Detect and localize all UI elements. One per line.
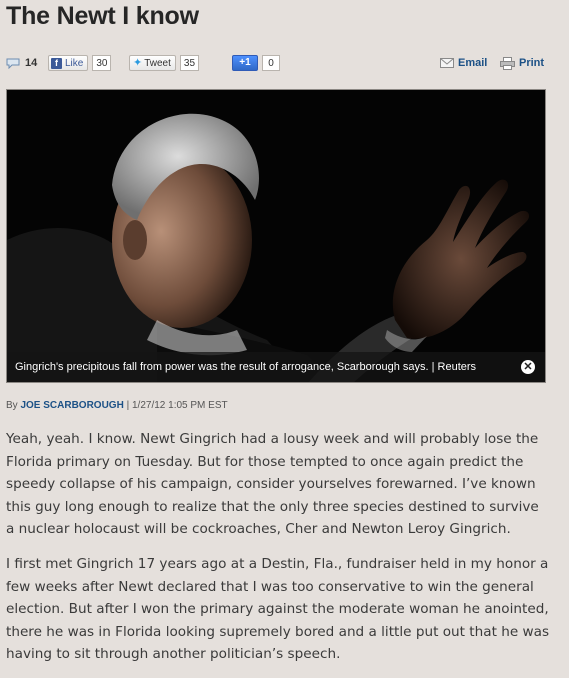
comment-bubble-icon: [6, 58, 20, 69]
share-bar: 14 f Like 30 ✦ Tweet 35 +1 0 Email Print: [6, 52, 551, 74]
paragraph: I first met Gingrich 17 years ago at a D…: [6, 555, 550, 663]
article-title: The Newt I know: [6, 2, 199, 30]
close-caption-icon[interactable]: ✕: [521, 360, 535, 374]
comments-count: 14: [25, 57, 38, 69]
author-link[interactable]: JOE SCARBOROUGH: [20, 400, 123, 411]
print-link[interactable]: Print: [500, 52, 544, 74]
facebook-like-label: Like: [65, 57, 84, 69]
paragraph: Yeah, yeah. I know. Newt Gingrich had a …: [6, 431, 539, 538]
article-photo: Gingrich's precipitous fall from power w…: [6, 89, 546, 383]
byline-separator: |: [126, 400, 130, 411]
byline-prefix: By: [6, 400, 18, 411]
tweet-label: Tweet: [144, 57, 171, 69]
facebook-like: f Like 30: [48, 52, 112, 74]
photo-image: [7, 90, 545, 382]
byline-timestamp: 1/27/12 1:05 PM EST: [131, 400, 228, 411]
google-plus-one-count: 0: [262, 55, 280, 71]
tweet-count: 35: [179, 55, 200, 71]
photo-caption-bar: Gingrich's precipitous fall from power w…: [7, 352, 545, 382]
envelope-icon: [440, 58, 454, 68]
twitter-tweet: ✦ Tweet 35: [129, 52, 200, 74]
facebook-like-count: 30: [92, 55, 112, 71]
facebook-like-button[interactable]: f Like: [48, 55, 89, 71]
comments-link[interactable]: 14: [6, 52, 37, 74]
email-link[interactable]: Email: [440, 52, 487, 74]
photo-caption: Gingrich's precipitous fall from power w…: [15, 361, 477, 373]
print-label: Print: [519, 57, 545, 69]
printer-icon: [500, 56, 515, 70]
twitter-bird-icon: ✦: [133, 57, 143, 69]
google-plus-one: +1 0: [232, 52, 280, 74]
byline: By JOE SCARBOROUGH | 1/27/12 1:05 PM EST: [6, 400, 228, 411]
facebook-icon: f: [51, 57, 62, 69]
google-plus-one-button[interactable]: +1: [232, 55, 258, 71]
tweet-button[interactable]: ✦ Tweet: [129, 55, 176, 71]
article-body: Yeah, yeah. I know. Newt Gingrich had a …: [6, 428, 551, 678]
email-label: Email: [458, 57, 488, 69]
